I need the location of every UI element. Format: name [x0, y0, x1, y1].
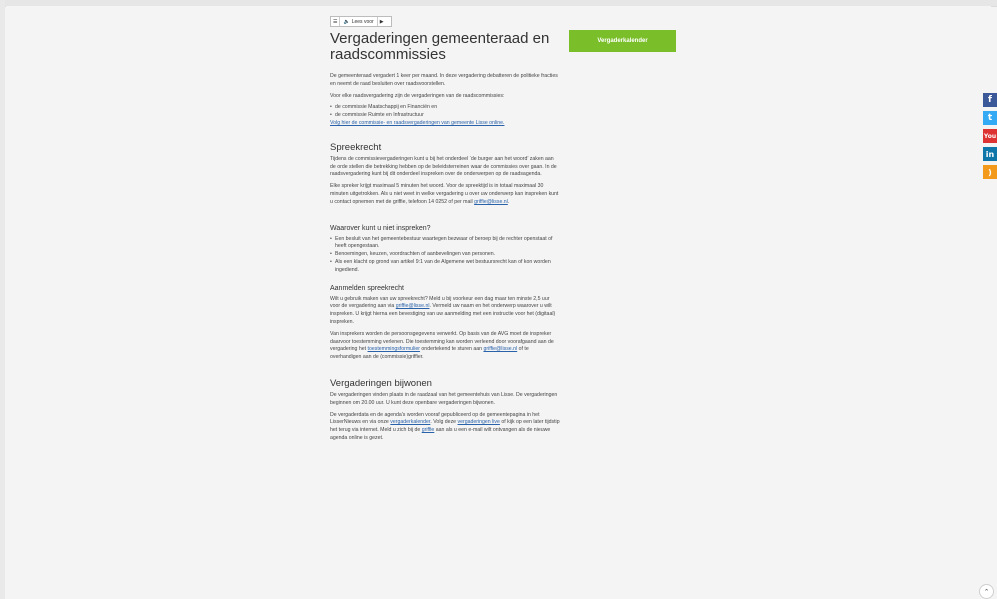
readspeaker-toolbar[interactable]: ☰ 🔈 Lees voor ▶ [330, 16, 392, 27]
intro-paragraph-1: De gemeenteraad vergadert 1 keer per maa… [330, 73, 558, 87]
heading-aanmelden: Aanmelden spreekrecht [330, 284, 404, 292]
griffie-email-link[interactable]: griffie@lisse.nl [474, 199, 508, 205]
rss-icon[interactable]: ) [983, 165, 997, 179]
text: . Volg deze [430, 419, 457, 426]
text: ondertekend te sturen aan [419, 346, 482, 353]
linkedin-icon[interactable]: in [983, 147, 997, 161]
list-item: Als een klacht op grond van artikel 9:1 … [330, 259, 560, 275]
youtube-icon[interactable]: You [983, 129, 997, 143]
online-meetings-link[interactable]: Volg hier de commissie- en raadsvergader… [330, 120, 504, 126]
social-share-bar: f t You in ) [983, 93, 997, 183]
list-item: de commissie Maatschappij en Financiën e… [330, 104, 560, 112]
menu-icon[interactable]: ☰ [331, 17, 341, 26]
meeting-calendar-link[interactable]: vergaderkalender [390, 419, 430, 425]
bijwonen-paragraph-1: De vergaderingen vinden plaats in de raa… [330, 391, 558, 406]
committee-list: de commissie Maatschappij en Financiën e… [330, 104, 560, 120]
live-meetings-link[interactable]: vergaderingen live [458, 419, 500, 425]
meeting-calendar-button[interactable]: Vergaderkalender [569, 30, 676, 52]
page-title: Vergaderingen gemeenteraad en raadscommi… [330, 30, 550, 63]
twitter-icon[interactable]: t [983, 111, 997, 125]
griffie-email-link[interactable]: griffie@lisse.nl [483, 346, 517, 352]
aanmelden-paragraph-1: Wilt u gebruik maken van uw spreekrecht?… [330, 296, 560, 327]
back-to-top-button[interactable]: ⌃ [979, 584, 994, 599]
main-content: ☰ 🔈 Lees voor ▶ Vergaderingen gemeenteraa… [330, 16, 560, 447]
griffie-email-link[interactable]: griffie@lisse.nl [396, 303, 430, 309]
griffie-link[interactable]: griffie [422, 427, 435, 433]
heading-bijwonen: Vergaderingen bijwonen [330, 377, 432, 389]
listen-label: Lees voor [351, 18, 374, 25]
list-item: Benoemingen, keuzen, voordrachten of aan… [330, 251, 560, 259]
left-edge [0, 0, 5, 599]
play-icon[interactable]: ▶ [378, 17, 386, 26]
listen-button[interactable]: 🔈 Lees voor [340, 17, 378, 26]
speaker-icon: 🔈 [343, 18, 350, 25]
list-item: de commissie Ruimte en Infrastructuur [330, 112, 560, 120]
consent-form-link[interactable]: toestemmingsformulier [368, 346, 420, 352]
text: Elke spreker krijgt maximaal 5 minuten h… [330, 183, 559, 205]
spreekrecht-paragraph-2: Elke spreker krijgt maximaal 5 minuten h… [330, 183, 560, 206]
aanmelden-paragraph-2: Van insprekers worden de persoonsgegeven… [330, 331, 560, 362]
heading-waarover: Waarover kunt u niet inspreken? [330, 224, 431, 232]
list-item: Een besluit van het gemeentebestuur waar… [330, 236, 560, 252]
facebook-icon[interactable]: f [983, 93, 997, 107]
text: . [507, 198, 510, 205]
intro-paragraph-2: Voor elke raadsvergadering zijn de verga… [330, 92, 505, 99]
heading-spreekrecht: Spreekrecht [330, 141, 382, 153]
bijwonen-paragraph-2: De vergaderdata en de agenda's worden vo… [330, 412, 560, 443]
spreekrecht-paragraph-1: Tijdens de commissievergaderingen kunt u… [330, 155, 557, 178]
exclusions-list: Een besluit van het gemeentebestuur waar… [330, 236, 560, 275]
